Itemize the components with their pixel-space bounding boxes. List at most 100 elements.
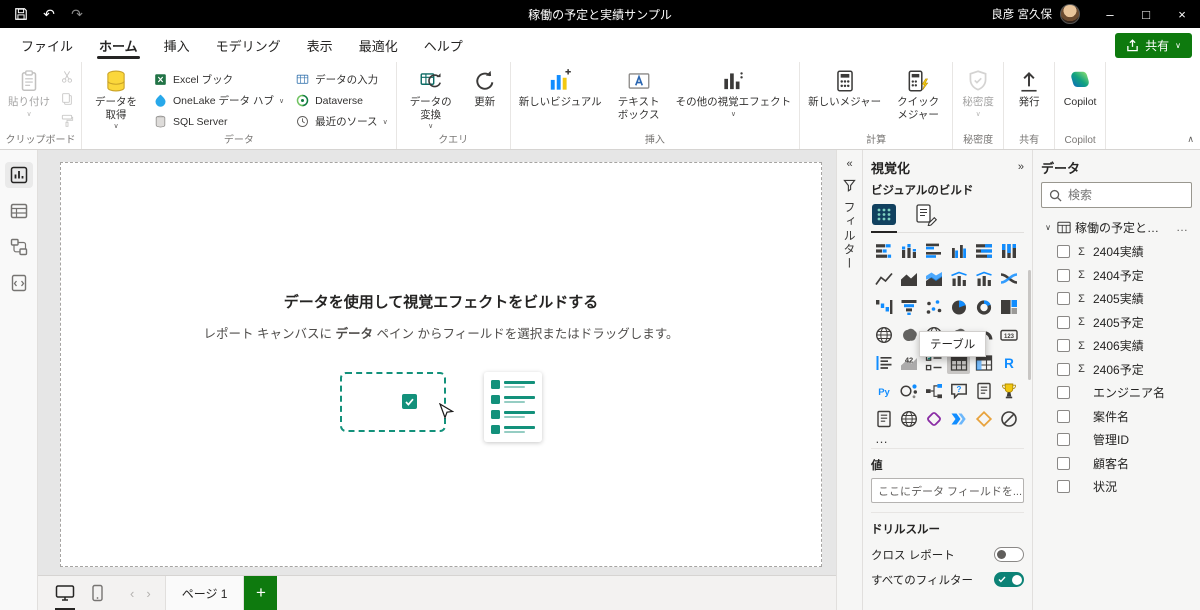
sidebar-item-table-view[interactable] — [5, 198, 33, 224]
format-visual-tab[interactable] — [915, 203, 938, 226]
onelake-data-hub-button[interactable]: OneLake データ ハブ ∨ — [149, 92, 288, 109]
visual-type-donut-chart[interactable] — [972, 296, 995, 318]
visual-type-key-influencers[interactable] — [897, 380, 920, 402]
field-row-9[interactable]: 顧客名 — [1055, 452, 1192, 476]
new-visual-button[interactable]: 新しいビジュアル — [515, 64, 606, 109]
menu-tab-help[interactable]: ヘルプ — [411, 28, 476, 62]
more-options-icon[interactable]: … — [1174, 220, 1190, 234]
visual-type-clustered-column-chart[interactable] — [947, 240, 970, 262]
recent-sources-button[interactable]: 最近のソース ∨ — [291, 113, 392, 130]
sidebar-item-dax-query-view[interactable] — [5, 270, 33, 296]
visual-type-arcgis-map[interactable] — [897, 408, 920, 430]
visual-type-ribbon-chart[interactable] — [997, 268, 1020, 290]
visual-type-100-stacked-column-chart[interactable] — [997, 240, 1020, 262]
visual-type-power-apps[interactable] — [922, 408, 945, 430]
menu-tab-optimize[interactable]: 最適化 — [346, 28, 411, 62]
maximize-button[interactable]: □ — [1128, 0, 1164, 28]
field-row-4[interactable]: Σ 2406実績 — [1055, 334, 1192, 358]
visual-type-map[interactable] — [872, 324, 895, 346]
visual-type-treemap[interactable] — [997, 296, 1020, 318]
minimize-button[interactable]: – — [1092, 0, 1128, 28]
build-visual-tab[interactable] — [871, 203, 897, 233]
field-row-6[interactable]: エンジニア名 — [1055, 381, 1192, 405]
visual-type-waterfall-chart[interactable] — [872, 296, 895, 318]
field-checkbox[interactable] — [1057, 315, 1070, 329]
more-visual-options[interactable]: … — [875, 431, 1024, 446]
field-row-0[interactable]: Σ 2404実績 — [1055, 240, 1192, 264]
visual-type-power-automate[interactable] — [947, 408, 970, 430]
field-checkbox[interactable] — [1057, 245, 1070, 259]
collapse-visualizations-icon[interactable]: » — [1018, 161, 1024, 173]
sidebar-item-model-view[interactable] — [5, 234, 33, 260]
save-icon[interactable] — [8, 3, 34, 25]
visual-type-kpi[interactable]: 42 — [897, 352, 920, 374]
sidebar-item-report-view[interactable] — [4, 162, 33, 188]
visual-type-filled-map[interactable] — [897, 324, 920, 346]
field-checkbox[interactable] — [1057, 339, 1070, 353]
visual-type-r-script-visual[interactable]: R — [997, 352, 1020, 374]
chevron-down-icon[interactable]: ∨ — [1043, 223, 1053, 232]
add-page-button[interactable]: + — [244, 576, 278, 610]
dataverse-button[interactable]: Dataverse — [291, 92, 392, 109]
visual-type-metrics[interactable] — [997, 380, 1020, 402]
menu-tab-home[interactable]: ホーム — [86, 28, 151, 62]
cross-report-toggle[interactable] — [994, 547, 1024, 562]
search-input[interactable] — [1068, 188, 1184, 202]
mobile-view-icon[interactable] — [84, 576, 110, 610]
keep-all-filters-toggle[interactable] — [994, 572, 1024, 587]
visual-type-smart-narrative[interactable] — [972, 380, 995, 402]
visual-type-paginated-report[interactable] — [872, 408, 895, 430]
copilot-button[interactable]: Copilot — [1059, 64, 1101, 109]
menu-tab-modeling[interactable]: モデリング — [203, 28, 294, 62]
expand-filters-icon[interactable]: « — [846, 158, 852, 170]
visual-type-qa-visual[interactable]: ? — [947, 380, 970, 402]
visual-type-stacked-bar-chart[interactable] — [872, 240, 895, 262]
visual-type-line-and-clustered-column-chart[interactable] — [972, 268, 995, 290]
publish-button[interactable]: 発行 — [1008, 64, 1050, 109]
undo-icon[interactable]: ↶ — [36, 3, 62, 25]
visual-type-pie-chart[interactable] — [947, 296, 970, 318]
visual-type-100-stacked-bar-chart[interactable] — [972, 240, 995, 262]
page-tab[interactable]: ページ 1 — [164, 576, 245, 610]
get-data-button[interactable]: データを取得 ∨ — [86, 64, 146, 130]
visual-type-clustered-bar-chart[interactable] — [922, 240, 945, 262]
field-checkbox[interactable] — [1057, 292, 1070, 306]
text-box-button[interactable]: テキスト ボックス — [609, 64, 669, 121]
search-box[interactable] — [1041, 182, 1192, 208]
field-checkbox[interactable] — [1057, 433, 1070, 447]
field-row-10[interactable]: 状況 — [1055, 475, 1192, 499]
refresh-button[interactable]: 更新 — [464, 64, 506, 109]
close-button[interactable]: × — [1164, 0, 1200, 28]
avatar[interactable] — [1060, 4, 1080, 24]
visual-type-area-chart[interactable] — [897, 268, 920, 290]
new-measure-button[interactable]: 新しいメジャー — [804, 64, 885, 109]
visual-type-stacked-column-chart[interactable] — [897, 240, 920, 262]
visual-type-stacked-area-chart[interactable] — [922, 268, 945, 290]
report-page[interactable]: データを使用して視覚エフェクトをビルドする レポート キャンバスに データ ペイ… — [60, 162, 822, 567]
scrollbar[interactable] — [1028, 270, 1031, 380]
field-row-7[interactable]: 案件名 — [1055, 405, 1192, 429]
field-checkbox[interactable] — [1057, 409, 1070, 423]
field-row-1[interactable]: Σ 2404予定 — [1055, 264, 1192, 288]
field-checkbox[interactable] — [1057, 362, 1070, 376]
menu-tab-insert[interactable]: 挿入 — [151, 28, 203, 62]
visual-type-decomposition-tree[interactable] — [922, 380, 945, 402]
filters-pane-collapsed[interactable]: « フィルター — [836, 150, 862, 610]
visual-type-card[interactable]: 123 — [997, 324, 1020, 346]
field-checkbox[interactable] — [1057, 456, 1070, 470]
field-row-8[interactable]: 管理ID — [1055, 428, 1192, 452]
field-checkbox[interactable] — [1057, 386, 1070, 400]
transform-data-button[interactable]: データの変換 ∨ — [401, 64, 461, 130]
report-canvas[interactable]: データを使用して視覚エフェクトをビルドする レポート キャンバスに データ ペイ… — [38, 150, 836, 575]
visual-type-line-and-stacked-column-chart[interactable] — [947, 268, 970, 290]
data-table-row[interactable]: ∨ 稼働の予定と実績 … — [1041, 214, 1192, 240]
collapse-ribbon-icon[interactable]: ∧ — [1187, 134, 1194, 145]
desktop-view-icon[interactable] — [52, 576, 78, 610]
menu-tab-view[interactable]: 表示 — [294, 28, 346, 62]
visual-type-custom-visual[interactable] — [972, 408, 995, 430]
visual-type-scatter-chart[interactable] — [922, 296, 945, 318]
visual-type-python-visual[interactable]: Py — [872, 380, 895, 402]
field-row-2[interactable]: Σ 2405実績 — [1055, 287, 1192, 311]
enter-data-button[interactable]: データの入力 — [291, 71, 392, 88]
share-button[interactable]: 共有 ∨ — [1115, 32, 1192, 58]
